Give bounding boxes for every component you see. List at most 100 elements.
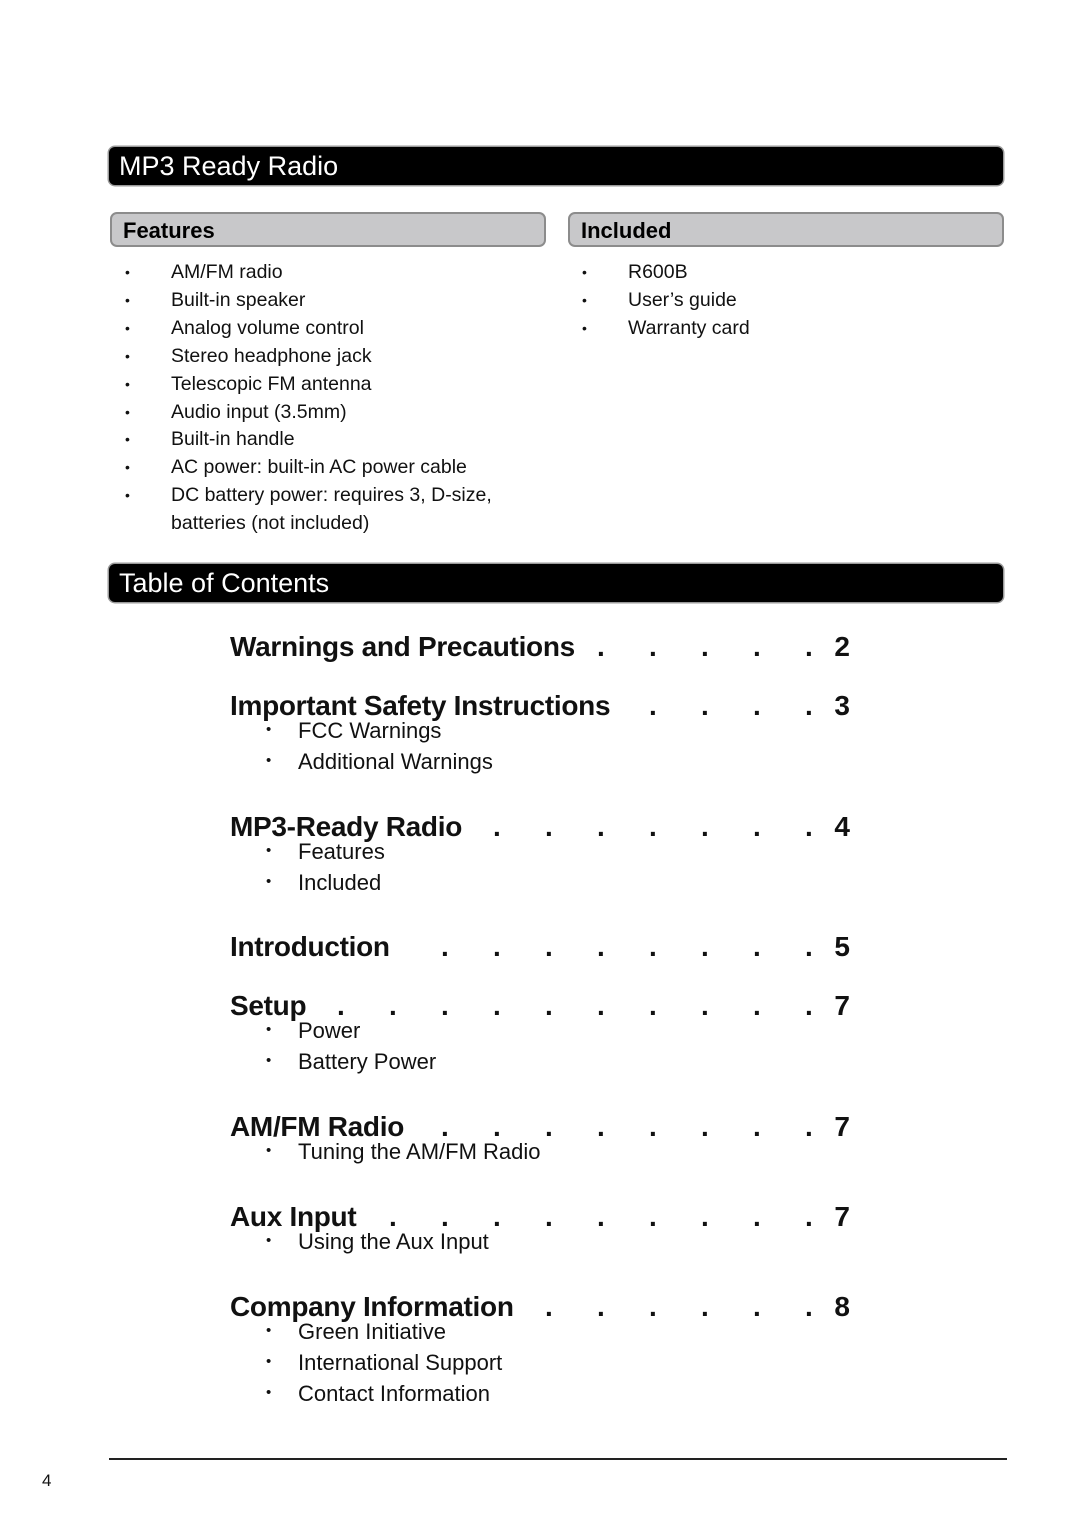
- leader-dot: .: [805, 931, 813, 962]
- leader-dot: .: [753, 811, 761, 842]
- leader-dot: .: [701, 1291, 709, 1322]
- leader-dot: .: [597, 1291, 605, 1322]
- toc-subentry-label: Features: [298, 839, 385, 864]
- leader-dot: .: [701, 931, 709, 962]
- leader-dot: .: [545, 1111, 553, 1142]
- leader-dot: .: [649, 631, 657, 662]
- leader-dot: .: [597, 990, 605, 1021]
- bullet-icon: •: [266, 721, 272, 738]
- leader-dot: .: [805, 690, 813, 721]
- bullet-icon: •: [125, 459, 130, 476]
- leader-dot: .: [701, 690, 709, 721]
- toc-subentry-label: Power: [298, 1018, 361, 1043]
- section-header-mp3-ready-radio: MP3 Ready Radio: [109, 147, 1003, 185]
- toc-page-number: 4: [834, 811, 850, 842]
- leader-dot: .: [753, 931, 761, 962]
- leader-dot: .: [493, 931, 501, 962]
- toc-subentry-label: FCC Warnings: [298, 718, 442, 743]
- bullet-icon: •: [125, 403, 130, 420]
- list-item-continuation: batteries (not included): [171, 512, 370, 535]
- leader-dot: .: [493, 811, 501, 842]
- leader-dot: .: [805, 1291, 813, 1322]
- bullet-icon: •: [266, 842, 272, 859]
- list-item: • Audio input (3.5mm): [110, 399, 540, 427]
- leader-dot: .: [805, 990, 813, 1021]
- toc-entry[interactable]: Introduction........ 5: [230, 931, 850, 971]
- section-title: MP3 Ready Radio: [119, 151, 339, 181]
- bullet-icon: •: [266, 1021, 272, 1038]
- leader-dot: .: [753, 1291, 761, 1322]
- toc-entry[interactable]: Warnings and Precautions..... 2: [230, 631, 850, 671]
- list-item: • Built-in handle: [110, 426, 540, 454]
- toc-subentry-label: Additional Warnings: [298, 749, 493, 774]
- bullet-icon: •: [125, 291, 130, 308]
- list-item: • Built-in speaker: [110, 287, 540, 315]
- bullet-icon: •: [582, 264, 587, 280]
- page-number: 4: [42, 1471, 52, 1490]
- leader-dot: .: [701, 1201, 709, 1232]
- leader-dot: .: [805, 1201, 813, 1232]
- leader-dot: .: [805, 1111, 813, 1142]
- toc-subentry-label: Included: [298, 870, 382, 895]
- bullet-icon: •: [125, 264, 130, 280]
- bullet-icon: •: [125, 375, 130, 392]
- section-title: Table of Contents: [119, 568, 330, 598]
- leader-dot: .: [597, 1201, 605, 1232]
- leader-dot: .: [649, 690, 657, 721]
- leader-dot: .: [649, 931, 657, 962]
- toc-subentry-label: Tuning the AM/FM Radio: [298, 1139, 541, 1164]
- leader-dot: .: [701, 990, 709, 1021]
- bullet-icon: •: [266, 873, 272, 890]
- toc-page-number: 5: [834, 931, 850, 962]
- toc-page-number: 7: [834, 1111, 850, 1142]
- features-list: • AM/FM radio • Built-in speaker • Analog v…: [110, 259, 540, 538]
- toc-page-number: 8: [834, 1291, 850, 1322]
- leader-dot: .: [441, 990, 449, 1021]
- bullet-icon: •: [266, 1384, 272, 1401]
- leader-dot: .: [649, 1111, 657, 1142]
- list-item: • Stereo headphone jack: [110, 343, 540, 371]
- list-item: • Analog volume control: [110, 315, 540, 343]
- bullet-icon: •: [266, 752, 272, 769]
- list-item: • DC battery power: requires 3, D-size,: [110, 482, 540, 510]
- toc-subentry-label: International Support: [298, 1350, 503, 1375]
- leader-dot: .: [597, 1111, 605, 1142]
- leader-dot: .: [649, 990, 657, 1021]
- leader-dot: .: [441, 931, 449, 962]
- toc-subentry-label: Green Initiative: [298, 1319, 446, 1344]
- toc-subentry-label: Contact Information: [298, 1381, 490, 1406]
- toc-entry-title: Warnings and Precautions: [230, 631, 575, 662]
- bullet-icon: •: [266, 1353, 272, 1370]
- bullet-icon: •: [582, 291, 587, 308]
- bullet-icon: •: [125, 319, 130, 336]
- bullet-icon: •: [582, 319, 587, 336]
- bullet-icon: •: [266, 1142, 272, 1159]
- included-header: Included: [568, 212, 1004, 247]
- toc-page-number: 7: [834, 990, 850, 1021]
- features-header: Features: [110, 212, 546, 247]
- leader-dot: .: [805, 811, 813, 842]
- leader-dot: .: [753, 990, 761, 1021]
- bullet-icon: •: [125, 431, 130, 448]
- leader-dot: .: [597, 931, 605, 962]
- leader-dot: .: [805, 631, 813, 662]
- list-item: • AM/FM radio: [110, 259, 540, 287]
- leader-dot: .: [389, 990, 397, 1021]
- list-item: • Telescopic FM antenna: [110, 371, 540, 399]
- included-heading: Included: [581, 218, 672, 243]
- leader-dot: .: [701, 1111, 709, 1142]
- footer-divider: [109, 1458, 1007, 1460]
- toc-entry-title: Introduction: [230, 931, 390, 962]
- bullet-icon: •: [266, 1322, 272, 1339]
- leader-dot: .: [753, 1111, 761, 1142]
- toc-page-number: 2: [834, 631, 850, 662]
- toc-page-number: 3: [834, 690, 850, 721]
- leader-dot: .: [649, 1201, 657, 1232]
- leader-dot: .: [545, 811, 553, 842]
- leader-dot: .: [545, 990, 553, 1021]
- included-list: • R600B • User’s guide • Warranty card: [567, 259, 997, 343]
- toc-page-number: 7: [834, 1201, 850, 1232]
- leader-dot: .: [753, 1201, 761, 1232]
- leader-dot: .: [753, 690, 761, 721]
- leader-dot: .: [493, 990, 501, 1021]
